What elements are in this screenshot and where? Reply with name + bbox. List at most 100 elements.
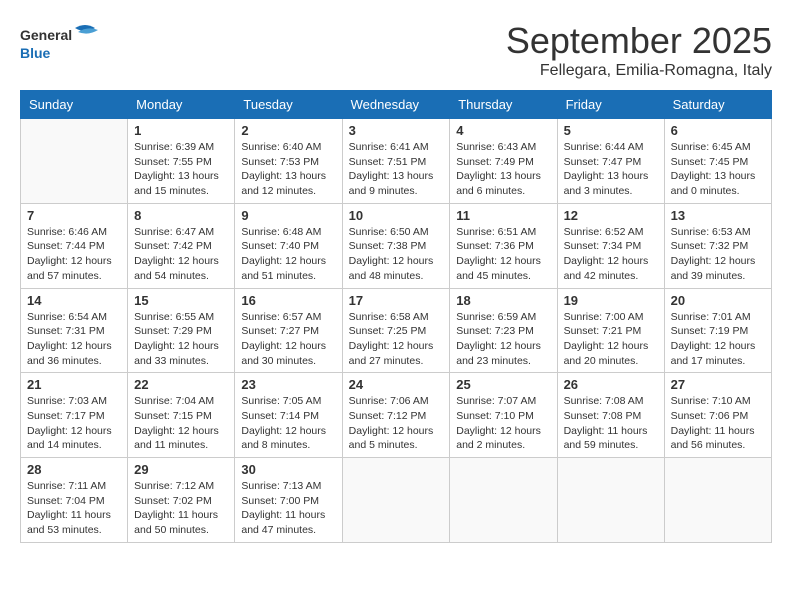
day-number: 16	[241, 293, 335, 308]
svg-text:General: General	[20, 27, 72, 43]
day-info: Sunrise: 6:43 AM Sunset: 7:49 PM Dayligh…	[456, 140, 550, 199]
calendar-cell: 11 Sunrise: 6:51 AM Sunset: 7:36 PM Dayli…	[450, 203, 557, 288]
day-number: 21	[27, 377, 121, 392]
calendar-cell: 26 Sunrise: 7:08 AM Sunset: 7:08 PM Dayli…	[557, 373, 664, 458]
day-info: Sunrise: 6:57 AM Sunset: 7:27 PM Dayligh…	[241, 310, 335, 369]
day-info: Sunrise: 7:06 AM Sunset: 7:12 PM Dayligh…	[349, 394, 444, 453]
day-number: 24	[349, 377, 444, 392]
calendar-cell: 23 Sunrise: 7:05 AM Sunset: 7:14 PM Dayli…	[235, 373, 342, 458]
calendar-cell	[450, 458, 557, 543]
day-info: Sunrise: 7:03 AM Sunset: 7:17 PM Dayligh…	[27, 394, 121, 453]
weekday-header-monday: Monday	[128, 91, 235, 119]
day-info: Sunrise: 6:44 AM Sunset: 7:47 PM Dayligh…	[564, 140, 658, 199]
weekday-header-thursday: Thursday	[450, 91, 557, 119]
day-number: 19	[564, 293, 658, 308]
calendar-cell: 4 Sunrise: 6:43 AM Sunset: 7:49 PM Daylig…	[450, 119, 557, 204]
calendar-cell: 8Sunrise: 6:47 AM Sunset: 7:42 PM Daylig…	[128, 203, 235, 288]
day-info: Sunrise: 6:59 AM Sunset: 7:23 PM Dayligh…	[456, 310, 550, 369]
calendar-cell: 15 Sunrise: 6:55 AM Sunset: 7:29 PM Dayli…	[128, 288, 235, 373]
day-number: 29	[134, 462, 228, 477]
day-info: Sunrise: 7:05 AM Sunset: 7:14 PM Dayligh…	[241, 394, 335, 453]
day-info: Sunrise: 7:11 AM Sunset: 7:04 PM Dayligh…	[27, 479, 121, 538]
calendar-cell: 22 Sunrise: 7:04 AM Sunset: 7:15 PM Dayli…	[128, 373, 235, 458]
calendar-cell: 18 Sunrise: 6:59 AM Sunset: 7:23 PM Dayli…	[450, 288, 557, 373]
weekday-header-tuesday: Tuesday	[235, 91, 342, 119]
day-info: Sunrise: 6:55 AM Sunset: 7:29 PM Dayligh…	[134, 310, 228, 369]
calendar-cell: 19Sunrise: 7:00 AM Sunset: 7:21 PM Dayli…	[557, 288, 664, 373]
day-info: Sunrise: 6:40 AM Sunset: 7:53 PM Dayligh…	[241, 140, 335, 199]
day-info: Sunrise: 7:04 AM Sunset: 7:15 PM Dayligh…	[134, 394, 228, 453]
calendar-cell: 25Sunrise: 7:07 AM Sunset: 7:10 PM Dayli…	[450, 373, 557, 458]
calendar-cell: 9 Sunrise: 6:48 AM Sunset: 7:40 PM Daylig…	[235, 203, 342, 288]
day-number: 1	[134, 123, 228, 138]
day-number: 12	[564, 208, 658, 223]
day-number: 15	[134, 293, 228, 308]
day-number: 5	[564, 123, 658, 138]
weekday-header-wednesday: Wednesday	[342, 91, 450, 119]
day-info: Sunrise: 7:01 AM Sunset: 7:19 PM Dayligh…	[671, 310, 765, 369]
weekday-header-friday: Friday	[557, 91, 664, 119]
calendar-cell: 21 Sunrise: 7:03 AM Sunset: 7:17 PM Dayli…	[21, 373, 128, 458]
calendar-cell: 30Sunrise: 7:13 AM Sunset: 7:00 PM Dayli…	[235, 458, 342, 543]
day-number: 27	[671, 377, 765, 392]
calendar-cell: 5 Sunrise: 6:44 AM Sunset: 7:47 PM Daylig…	[557, 119, 664, 204]
day-info: Sunrise: 6:46 AM Sunset: 7:44 PM Dayligh…	[27, 225, 121, 284]
calendar-cell: 10Sunrise: 6:50 AM Sunset: 7:38 PM Dayli…	[342, 203, 450, 288]
week-row-2: 14 Sunrise: 6:54 AM Sunset: 7:31 PM Dayli…	[21, 288, 772, 373]
weekday-header-row: SundayMondayTuesdayWednesdayThursdayFrid…	[21, 91, 772, 119]
day-number: 17	[349, 293, 444, 308]
weekday-header-sunday: Sunday	[21, 91, 128, 119]
day-number: 23	[241, 377, 335, 392]
calendar-cell	[21, 119, 128, 204]
day-number: 14	[27, 293, 121, 308]
calendar-cell: 17Sunrise: 6:58 AM Sunset: 7:25 PM Dayli…	[342, 288, 450, 373]
calendar-cell: 14 Sunrise: 6:54 AM Sunset: 7:31 PM Dayli…	[21, 288, 128, 373]
calendar-cell: 13Sunrise: 6:53 AM Sunset: 7:32 PM Dayli…	[664, 203, 771, 288]
calendar-cell: 12Sunrise: 6:52 AM Sunset: 7:34 PM Dayli…	[557, 203, 664, 288]
calendar-cell: 6 Sunrise: 6:45 AM Sunset: 7:45 PM Daylig…	[664, 119, 771, 204]
day-number: 11	[456, 208, 550, 223]
weekday-header-saturday: Saturday	[664, 91, 771, 119]
calendar-cell: 28 Sunrise: 7:11 AM Sunset: 7:04 PM Dayli…	[21, 458, 128, 543]
week-row-3: 21 Sunrise: 7:03 AM Sunset: 7:17 PM Dayli…	[21, 373, 772, 458]
day-number: 7	[27, 208, 121, 223]
calendar-cell: 29Sunrise: 7:12 AM Sunset: 7:02 PM Dayli…	[128, 458, 235, 543]
calendar-table: SundayMondayTuesdayWednesdayThursdayFrid…	[20, 90, 772, 543]
day-number: 26	[564, 377, 658, 392]
day-info: Sunrise: 6:39 AM Sunset: 7:55 PM Dayligh…	[134, 140, 228, 199]
day-info: Sunrise: 7:10 AM Sunset: 7:06 PM Dayligh…	[671, 394, 765, 453]
day-info: Sunrise: 7:13 AM Sunset: 7:00 PM Dayligh…	[241, 479, 335, 538]
calendar-cell: 2 Sunrise: 6:40 AM Sunset: 7:53 PM Daylig…	[235, 119, 342, 204]
logo: General Blue	[20, 20, 110, 65]
day-info: Sunrise: 6:53 AM Sunset: 7:32 PM Dayligh…	[671, 225, 765, 284]
week-row-0: 1 Sunrise: 6:39 AM Sunset: 7:55 PM Daylig…	[21, 119, 772, 204]
day-info: Sunrise: 6:45 AM Sunset: 7:45 PM Dayligh…	[671, 140, 765, 199]
day-number: 2	[241, 123, 335, 138]
day-number: 18	[456, 293, 550, 308]
day-number: 6	[671, 123, 765, 138]
day-info: Sunrise: 6:41 AM Sunset: 7:51 PM Dayligh…	[349, 140, 444, 199]
week-row-1: 7 Sunrise: 6:46 AM Sunset: 7:44 PM Daylig…	[21, 203, 772, 288]
day-info: Sunrise: 6:54 AM Sunset: 7:31 PM Dayligh…	[27, 310, 121, 369]
calendar-cell: 16 Sunrise: 6:57 AM Sunset: 7:27 PM Dayli…	[235, 288, 342, 373]
location: Fellegara, Emilia-Romagna, Italy	[506, 62, 772, 80]
calendar-cell: 3Sunrise: 6:41 AM Sunset: 7:51 PM Daylig…	[342, 119, 450, 204]
calendar-cell: 20 Sunrise: 7:01 AM Sunset: 7:19 PM Dayli…	[664, 288, 771, 373]
day-number: 10	[349, 208, 444, 223]
calendar-cell: 1 Sunrise: 6:39 AM Sunset: 7:55 PM Daylig…	[128, 119, 235, 204]
day-info: Sunrise: 7:07 AM Sunset: 7:10 PM Dayligh…	[456, 394, 550, 453]
day-info: Sunrise: 7:08 AM Sunset: 7:08 PM Dayligh…	[564, 394, 658, 453]
day-number: 9	[241, 208, 335, 223]
calendar-cell: 24 Sunrise: 7:06 AM Sunset: 7:12 PM Dayli…	[342, 373, 450, 458]
day-number: 20	[671, 293, 765, 308]
title-section: September 2025 Fellegara, Emilia-Romagna…	[506, 20, 772, 80]
day-number: 22	[134, 377, 228, 392]
day-info: Sunrise: 6:48 AM Sunset: 7:40 PM Dayligh…	[241, 225, 335, 284]
day-number: 4	[456, 123, 550, 138]
calendar-cell	[664, 458, 771, 543]
calendar-cell: 27 Sunrise: 7:10 AM Sunset: 7:06 PM Dayli…	[664, 373, 771, 458]
calendar-cell: 7 Sunrise: 6:46 AM Sunset: 7:44 PM Daylig…	[21, 203, 128, 288]
calendar-cell	[557, 458, 664, 543]
day-number: 28	[27, 462, 121, 477]
day-info: Sunrise: 6:51 AM Sunset: 7:36 PM Dayligh…	[456, 225, 550, 284]
